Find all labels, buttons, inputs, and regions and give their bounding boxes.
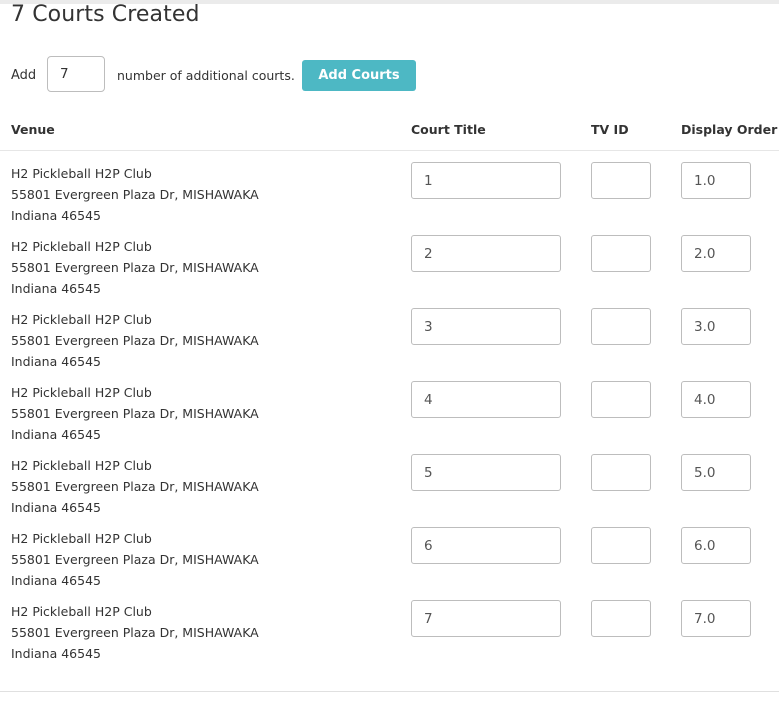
venue-cell: H2 Pickleball H2P Club 55801 Evergreen P… <box>11 382 259 445</box>
venue-name: H2 Pickleball H2P Club <box>11 531 152 546</box>
venue-state-zip: Indiana 46545 <box>11 354 101 369</box>
add-label: Add <box>11 68 37 83</box>
court-title-input[interactable] <box>411 381 561 418</box>
venue-state-zip: Indiana 46545 <box>11 427 101 442</box>
display-order-input[interactable] <box>681 235 751 272</box>
venue-name: H2 Pickleball H2P Club <box>11 604 152 619</box>
display-order-input[interactable] <box>681 162 751 199</box>
venue-name: H2 Pickleball H2P Club <box>11 385 152 400</box>
column-header-display-order: Display Order <box>681 122 778 137</box>
page-title: 7 Courts Created <box>11 2 200 27</box>
venue-cell: H2 Pickleball H2P Club 55801 Evergreen P… <box>11 236 259 299</box>
display-order-input[interactable] <box>681 381 751 418</box>
venue-cell: H2 Pickleball H2P Club 55801 Evergreen P… <box>11 455 259 518</box>
court-title-input[interactable] <box>411 162 561 199</box>
court-title-input[interactable] <box>411 454 561 491</box>
tv-id-input[interactable] <box>591 454 651 491</box>
court-row: H2 Pickleball H2P Club 55801 Evergreen P… <box>0 162 779 235</box>
venue-cell: H2 Pickleball H2P Club 55801 Evergreen P… <box>11 163 259 226</box>
add-courts-form: Add number of additional courts. Add Cou… <box>11 56 431 94</box>
venue-address: 55801 Evergreen Plaza Dr, MISHAWAKA <box>11 552 259 567</box>
venue-state-zip: Indiana 46545 <box>11 281 101 296</box>
venue-state-zip: Indiana 46545 <box>11 500 101 515</box>
court-row: H2 Pickleball H2P Club 55801 Evergreen P… <box>0 381 779 454</box>
court-row: H2 Pickleball H2P Club 55801 Evergreen P… <box>0 600 779 673</box>
column-header-venue: Venue <box>11 122 55 137</box>
column-header-court-title: Court Title <box>411 122 486 137</box>
tv-id-input[interactable] <box>591 600 651 637</box>
display-order-input[interactable] <box>681 600 751 637</box>
court-row: H2 Pickleball H2P Club 55801 Evergreen P… <box>0 454 779 527</box>
column-header-tv-id: TV ID <box>591 122 629 137</box>
court-title-input[interactable] <box>411 600 561 637</box>
venue-address: 55801 Evergreen Plaza Dr, MISHAWAKA <box>11 406 259 421</box>
venue-name: H2 Pickleball H2P Club <box>11 239 152 254</box>
courts-table-body: H2 Pickleball H2P Club 55801 Evergreen P… <box>0 162 779 673</box>
venue-cell: H2 Pickleball H2P Club 55801 Evergreen P… <box>11 309 259 372</box>
venue-cell: H2 Pickleball H2P Club 55801 Evergreen P… <box>11 528 259 591</box>
additional-courts-count-input[interactable] <box>47 56 105 92</box>
court-title-input[interactable] <box>411 308 561 345</box>
venue-address: 55801 Evergreen Plaza Dr, MISHAWAKA <box>11 625 259 640</box>
court-row: H2 Pickleball H2P Club 55801 Evergreen P… <box>0 527 779 600</box>
venue-state-zip: Indiana 46545 <box>11 573 101 588</box>
additional-courts-label: number of additional courts. <box>117 68 295 83</box>
display-order-input[interactable] <box>681 454 751 491</box>
court-row: H2 Pickleball H2P Club 55801 Evergreen P… <box>0 308 779 381</box>
venue-state-zip: Indiana 46545 <box>11 208 101 223</box>
tv-id-input[interactable] <box>591 381 651 418</box>
court-title-input[interactable] <box>411 527 561 564</box>
tv-id-input[interactable] <box>591 235 651 272</box>
display-order-input[interactable] <box>681 308 751 345</box>
tv-id-input[interactable] <box>591 308 651 345</box>
court-row: H2 Pickleball H2P Club 55801 Evergreen P… <box>0 235 779 308</box>
venue-address: 55801 Evergreen Plaza Dr, MISHAWAKA <box>11 479 259 494</box>
tv-id-input[interactable] <box>591 527 651 564</box>
venue-name: H2 Pickleball H2P Club <box>11 458 152 473</box>
venue-name: H2 Pickleball H2P Club <box>11 166 152 181</box>
venue-state-zip: Indiana 46545 <box>11 646 101 661</box>
venue-address: 55801 Evergreen Plaza Dr, MISHAWAKA <box>11 333 259 348</box>
venue-address: 55801 Evergreen Plaza Dr, MISHAWAKA <box>11 260 259 275</box>
venue-name: H2 Pickleball H2P Club <box>11 312 152 327</box>
venue-address: 55801 Evergreen Plaza Dr, MISHAWAKA <box>11 187 259 202</box>
footer-divider <box>0 691 779 692</box>
court-title-input[interactable] <box>411 235 561 272</box>
venue-cell: H2 Pickleball H2P Club 55801 Evergreen P… <box>11 601 259 664</box>
header-divider <box>0 150 779 151</box>
add-courts-button[interactable]: Add Courts <box>302 60 416 91</box>
tv-id-input[interactable] <box>591 162 651 199</box>
display-order-input[interactable] <box>681 527 751 564</box>
